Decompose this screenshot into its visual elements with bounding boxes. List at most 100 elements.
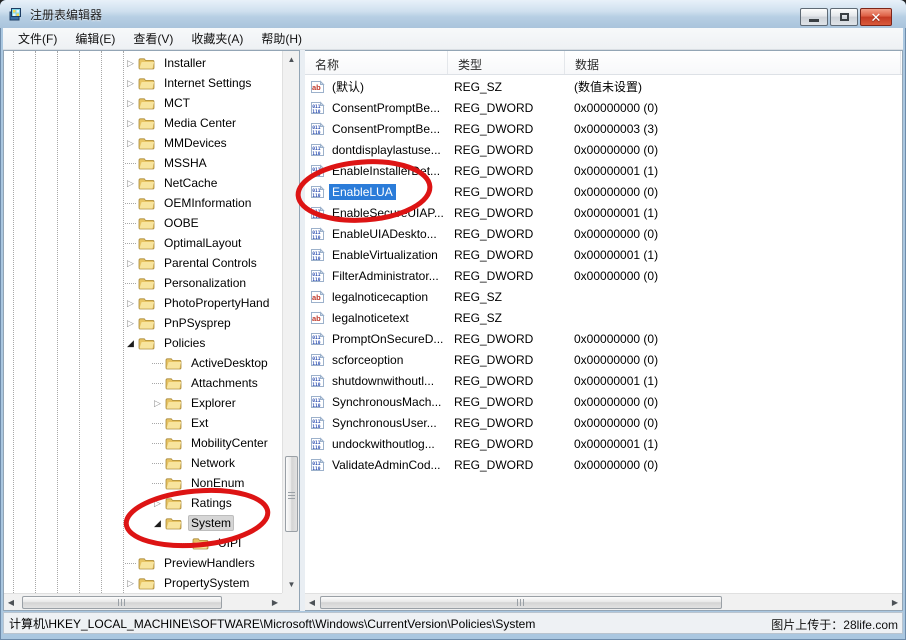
- tree-item-installer[interactable]: ▷Installer: [4, 53, 282, 73]
- tree-item-mssha[interactable]: MSSHA: [4, 153, 282, 173]
- tree-item-uipi[interactable]: UIPI: [4, 533, 282, 553]
- scroll-left-icon[interactable]: ◀: [305, 594, 319, 611]
- expand-arrow-icon[interactable]: ▷: [124, 98, 137, 109]
- tree-item-pnpsysprep[interactable]: ▷PnPSysprep: [4, 313, 282, 333]
- tree-item-explorer[interactable]: ▷Explorer: [4, 393, 282, 413]
- value-row-undockwithoutlog-[interactable]: 011110undockwithoutlog...REG_DWORD0x0000…: [305, 433, 902, 454]
- expand-arrow-icon[interactable]: ▷: [124, 78, 137, 89]
- expand-arrow-icon[interactable]: ▷: [124, 298, 137, 309]
- folder-icon: [138, 136, 156, 150]
- column-header[interactable]: 名称: [305, 51, 448, 74]
- value-row-synchronousmach-[interactable]: 011110SynchronousMach...REG_DWORD0x00000…: [305, 391, 902, 412]
- tree-item-optimallayout[interactable]: OptimalLayout: [4, 233, 282, 253]
- scroll-left-icon[interactable]: ◀: [4, 594, 18, 611]
- value-row-promptonsecured-[interactable]: 011110PromptOnSecureD...REG_DWORD0x00000…: [305, 328, 902, 349]
- title-bar[interactable]: 注册表编辑器 ✕: [0, 0, 906, 28]
- expand-arrow-icon[interactable]: ▷: [151, 398, 164, 409]
- tree-connector: [151, 483, 164, 484]
- value-row-legalnoticecaption[interactable]: ablegalnoticecaptionREG_SZ: [305, 286, 902, 307]
- collapse-arrow-icon[interactable]: ◢: [124, 338, 137, 349]
- tree-label: System: [188, 515, 234, 531]
- tree-item-propertysystem[interactable]: ▷PropertySystem: [4, 573, 282, 593]
- scroll-up-icon[interactable]: ▲: [283, 51, 300, 68]
- close-icon: ✕: [871, 11, 882, 24]
- tree-item-attachments[interactable]: Attachments: [4, 373, 282, 393]
- tree-item-oeminformation[interactable]: OEMInformation: [4, 193, 282, 213]
- tree-item-ratings[interactable]: ▷Ratings: [4, 493, 282, 513]
- tree-item-mobilitycenter[interactable]: MobilityCenter: [4, 433, 282, 453]
- tree-item-ext[interactable]: Ext: [4, 413, 282, 433]
- tree-vertical-scrollbar[interactable]: ▲ ▼: [282, 51, 299, 593]
- expand-arrow-icon[interactable]: ▷: [124, 258, 137, 269]
- value-row-shutdownwithoutl-[interactable]: 011110shutdownwithoutl...REG_DWORD0x0000…: [305, 370, 902, 391]
- value-row-enablesecureuiap-[interactable]: 011110EnableSecureUIAP...REG_DWORD0x0000…: [305, 202, 902, 223]
- tree-item-nonenum[interactable]: NonEnum: [4, 473, 282, 493]
- expand-arrow-icon[interactable]: ▷: [124, 118, 137, 129]
- tree-item-oobe[interactable]: OOBE: [4, 213, 282, 233]
- tree-item-parental-controls[interactable]: ▷Parental Controls: [4, 253, 282, 273]
- list-horizontal-scrollbar[interactable]: ◀ ▶: [305, 593, 902, 610]
- tree-vscroll-thumb[interactable]: [285, 456, 298, 532]
- folder-icon: [192, 536, 210, 550]
- collapse-arrow-icon[interactable]: ◢: [151, 518, 164, 529]
- tree-item-mct[interactable]: ▷MCT: [4, 93, 282, 113]
- expand-arrow-icon[interactable]: ▷: [151, 498, 164, 509]
- value-row-dontdisplaylastuse-[interactable]: 011110dontdisplaylastuse...REG_DWORD0x00…: [305, 139, 902, 160]
- tree-item-mmdevices[interactable]: ▷MMDevices: [4, 133, 282, 153]
- value-row-enableinstallerdet-[interactable]: 011110EnableInstallerDet...REG_DWORD0x00…: [305, 160, 902, 181]
- menu-item[interactable]: 收藏夹(A): [182, 27, 252, 50]
- value-row-consentpromptbe-[interactable]: 011110ConsentPromptBe...REG_DWORD0x00000…: [305, 118, 902, 139]
- column-header[interactable]: 数据: [565, 51, 901, 74]
- scroll-right-icon[interactable]: ▶: [888, 594, 902, 611]
- menu-item[interactable]: 查看(V): [124, 27, 182, 50]
- value-name: ValidateAdminCod...: [329, 457, 444, 473]
- tree-item-personalization[interactable]: Personalization: [4, 273, 282, 293]
- expand-arrow-icon[interactable]: ▷: [124, 578, 137, 589]
- value-data: 0x00000001 (1): [565, 374, 902, 388]
- value-row-scforceoption[interactable]: 011110scforceoptionREG_DWORD0x00000000 (…: [305, 349, 902, 370]
- tree-item-netcache[interactable]: ▷NetCache: [4, 173, 282, 193]
- menu-item[interactable]: 帮助(H): [252, 27, 311, 50]
- tree-item-photopropertyhand[interactable]: ▷PhotoPropertyHand: [4, 293, 282, 313]
- expand-arrow-icon[interactable]: ▷: [124, 138, 137, 149]
- folder-icon: [138, 236, 156, 250]
- tree-item-internet-settings[interactable]: ▷Internet Settings: [4, 73, 282, 93]
- tree-horizontal-scrollbar[interactable]: ◀ ▶: [4, 593, 299, 610]
- scroll-down-icon[interactable]: ▼: [283, 576, 300, 593]
- value-row-validateadmincod-[interactable]: 011110ValidateAdminCod...REG_DWORD0x0000…: [305, 454, 902, 475]
- value-row-synchronoususer-[interactable]: 011110SynchronousUser...REG_DWORD0x00000…: [305, 412, 902, 433]
- tree-label: OOBE: [161, 215, 202, 231]
- tree-item-policies[interactable]: ◢Policies: [4, 333, 282, 353]
- value-name: legalnoticetext: [329, 310, 412, 326]
- tree-hscroll-thumb[interactable]: [22, 596, 222, 609]
- tree-item-activedesktop[interactable]: ActiveDesktop: [4, 353, 282, 373]
- list-hscroll-thumb[interactable]: [320, 596, 722, 609]
- expand-arrow-icon[interactable]: ▷: [124, 318, 137, 329]
- folder-icon: [138, 556, 156, 570]
- value-row-filteradministrator-[interactable]: 011110FilterAdministrator...REG_DWORD0x0…: [305, 265, 902, 286]
- tree-item-media-center[interactable]: ▷Media Center: [4, 113, 282, 133]
- value-row--[interactable]: ab(默认)REG_SZ(数值未设置): [305, 76, 902, 97]
- value-data: 0x00000000 (0): [565, 143, 902, 157]
- scroll-right-icon[interactable]: ▶: [268, 594, 282, 611]
- menu-item[interactable]: 编辑(E): [66, 27, 124, 50]
- value-row-enablevirtualization[interactable]: 011110EnableVirtualizationREG_DWORD0x000…: [305, 244, 902, 265]
- svg-text:110: 110: [312, 193, 321, 199]
- value-row-enablelua[interactable]: 011110EnableLUAREG_DWORD0x00000000 (0): [305, 181, 902, 202]
- tree-item-previewhandlers[interactable]: PreviewHandlers: [4, 553, 282, 573]
- close-button[interactable]: ✕: [860, 8, 892, 26]
- menu-item[interactable]: 文件(F): [9, 27, 66, 50]
- expand-arrow-icon[interactable]: ▷: [124, 178, 137, 189]
- value-name-cell: 011110scforceoption: [305, 352, 448, 368]
- column-header[interactable]: 类型: [448, 51, 565, 74]
- tree-item-system[interactable]: ◢ System: [4, 513, 282, 533]
- value-row-consentpromptbe-[interactable]: 011110ConsentPromptBe...REG_DWORD0x00000…: [305, 97, 902, 118]
- expand-arrow-icon[interactable]: ▷: [124, 58, 137, 69]
- selected-key-path: 计算机\HKEY_LOCAL_MACHINE\SOFTWARE\Microsof…: [9, 615, 535, 632]
- value-row-legalnoticetext[interactable]: ablegalnoticetextREG_SZ: [305, 307, 902, 328]
- maximize-button[interactable]: [830, 8, 858, 26]
- value-type: REG_DWORD: [448, 332, 565, 346]
- minimize-button[interactable]: [800, 8, 828, 26]
- tree-item-network[interactable]: Network: [4, 453, 282, 473]
- value-row-enableuiadeskto-[interactable]: 011110EnableUIADeskto...REG_DWORD0x00000…: [305, 223, 902, 244]
